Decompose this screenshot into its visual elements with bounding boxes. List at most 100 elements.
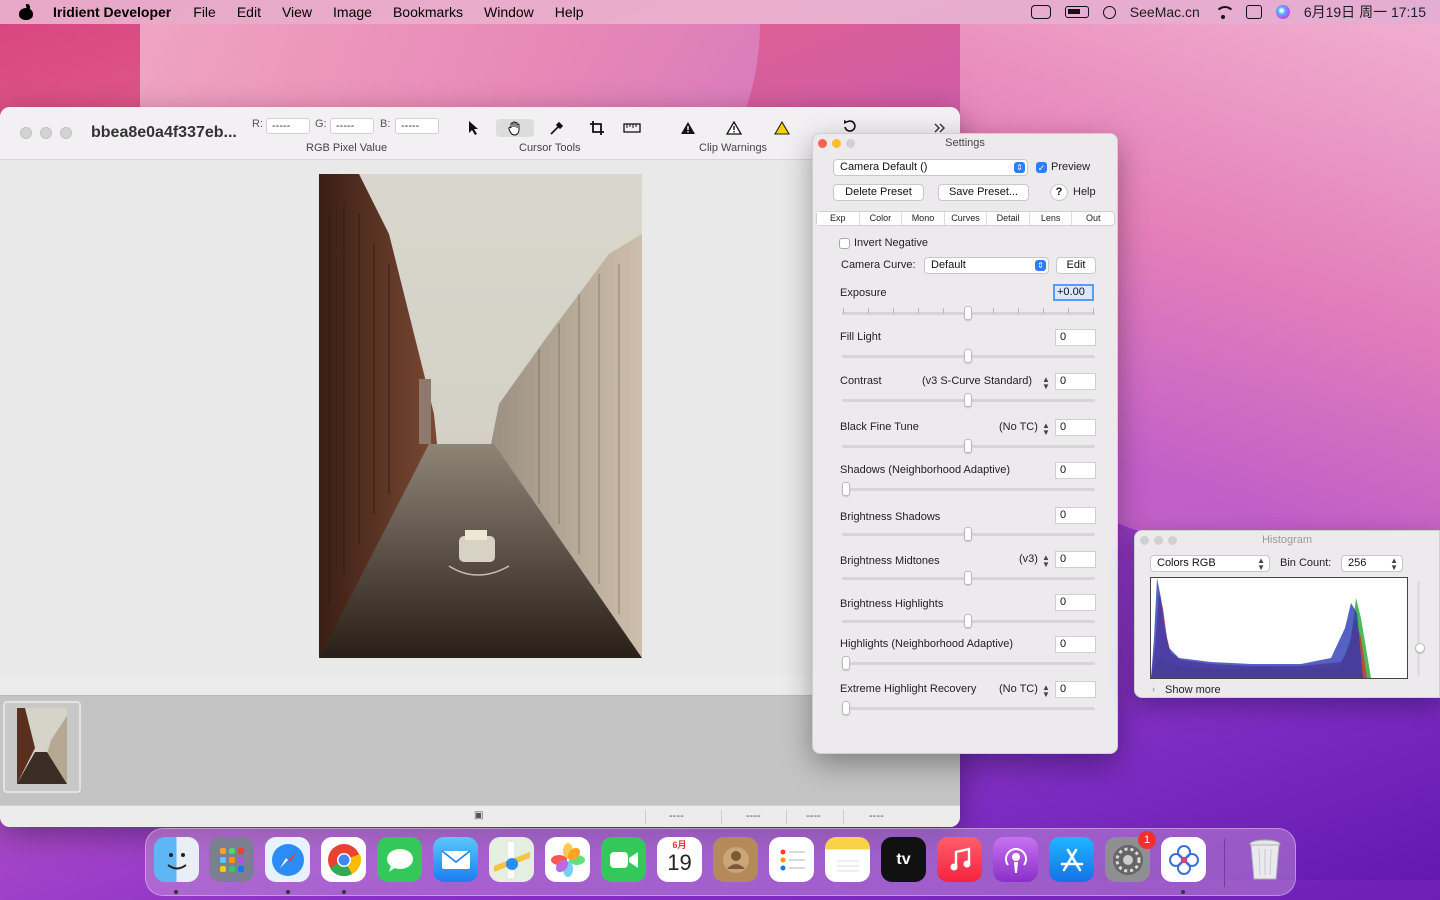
hand-tool-icon[interactable] [496,119,534,137]
control-center-icon[interactable] [1245,5,1262,19]
black-fine-tune-slider-knob[interactable] [964,439,972,453]
messages-icon[interactable] [377,837,422,882]
extreme-highlight-stepper-icon[interactable]: ▲ ▼ [1042,684,1050,699]
crop-icon[interactable] [586,119,608,137]
tab-out[interactable]: Out [1072,212,1114,225]
extreme-highlight-slider[interactable] [842,707,1095,710]
chrome-icon[interactable] [321,837,366,882]
contrast-mode-stepper-icon[interactable]: ▲ ▼ [1042,376,1050,391]
exposure-slider-knob[interactable] [964,306,972,320]
safari-icon[interactable] [265,837,310,882]
black-fine-tune-field[interactable]: 0 [1055,419,1096,436]
text-input-icon[interactable] [1030,5,1051,19]
contrast-field[interactable]: 0 [1055,373,1096,390]
shadows-na-slider[interactable] [842,488,1095,491]
notes-icon[interactable] [825,837,870,882]
brightness-highlights-field[interactable]: 0 [1055,594,1096,611]
minimize-button[interactable] [832,139,841,148]
spotlight-search-icon[interactable] [1102,5,1116,19]
black-fine-tune-stepper-icon[interactable]: ▲ ▼ [1042,422,1050,437]
launchpad-icon[interactable] [209,837,254,882]
shadows-na-slider-knob[interactable] [842,482,850,496]
brightness-highlights-slider-knob[interactable] [964,614,972,628]
filmstrip-thumbnail[interactable] [3,701,81,793]
arrow-cursor-icon[interactable] [463,119,485,137]
preset-select[interactable]: Camera Default () ⇕ [833,159,1028,176]
preview-checkbox[interactable]: ✓ [1036,162,1047,173]
clip-warning-highlight-icon[interactable] [723,119,745,137]
menu-view[interactable]: View [282,4,312,20]
shadows-na-field[interactable]: 0 [1055,462,1096,479]
brightness-shadows-slider-knob[interactable] [964,527,972,541]
photos-icon[interactable] [545,837,590,882]
photo-preview[interactable] [319,174,642,658]
close-button[interactable] [20,127,32,139]
menubar-clock[interactable]: 6月19日 周一 17:15 [1304,2,1426,22]
tab-mono[interactable]: Mono [902,212,945,225]
highlights-na-slider[interactable] [842,662,1095,665]
help-label[interactable]: Help [1073,186,1096,198]
clip-warning-shadow-icon[interactable] [677,119,699,137]
menubar-host[interactable]: SeeMac.cn [1130,4,1200,20]
delete-preset-button[interactable]: Delete Preset [833,184,924,201]
tab-exp[interactable]: Exp [817,212,860,225]
menu-app-name[interactable]: Iridient Developer [53,4,171,20]
reminders-icon[interactable] [769,837,814,882]
contrast-slider-knob[interactable] [964,393,972,407]
zoom-button[interactable] [846,139,855,148]
tab-lens[interactable]: Lens [1030,212,1073,225]
minimize-button[interactable] [1154,536,1163,545]
help-icon[interactable]: ? [1050,184,1068,201]
facetime-icon[interactable] [601,837,646,882]
exposure-field[interactable]: +0.00 [1053,284,1094,301]
finder-icon[interactable] [154,837,199,882]
trash-icon[interactable] [1242,837,1287,882]
contacts-icon[interactable] [713,837,758,882]
fill-light-field[interactable]: 0 [1055,329,1096,346]
brightness-midtones-field[interactable]: 0 [1055,551,1096,568]
histogram-mode-select[interactable]: Colors RGB ▲ ▼ [1150,555,1270,572]
clip-warning-gamut-icon[interactable] [771,119,793,137]
extreme-highlight-slider-knob[interactable] [842,701,850,715]
tab-color[interactable]: Color [860,212,903,225]
extreme-highlight-mode[interactable]: (No TC) [999,683,1038,695]
system-preferences-icon[interactable]: 1 [1105,831,1156,882]
fill-light-slider-knob[interactable] [964,349,972,363]
invert-negative-checkbox[interactable] [839,238,850,249]
eyedropper-icon[interactable] [546,119,568,137]
bin-count-select[interactable]: 256 ▲ ▼ [1341,555,1403,572]
apple-menu-icon[interactable] [18,4,34,20]
maps-icon[interactable] [489,837,534,882]
black-fine-tune-mode[interactable]: (No TC) [999,421,1038,433]
menu-window[interactable]: Window [484,4,534,20]
camera-curve-select[interactable]: Default ⇕ [924,257,1049,274]
chevron-right-icon[interactable]: › [1152,684,1155,694]
brightness-shadows-field[interactable]: 0 [1055,507,1096,524]
calendar-icon[interactable]: 6月 19 [657,837,702,882]
edit-curve-button[interactable]: Edit [1056,257,1096,274]
zoom-button[interactable] [60,127,72,139]
highlights-na-field[interactable]: 0 [1055,636,1096,653]
tab-curves[interactable]: Curves [945,212,988,225]
siri-icon[interactable] [1275,5,1290,19]
tab-detail[interactable]: Detail [987,212,1030,225]
music-icon[interactable] [937,837,982,882]
filmstrip-toggle-icon[interactable]: ▣ [474,810,483,821]
zoom-button[interactable] [1168,536,1177,545]
ruler-icon[interactable] [621,119,643,137]
menu-help[interactable]: Help [555,4,584,20]
close-button[interactable] [1140,536,1149,545]
highlights-na-slider-knob[interactable] [842,656,850,670]
mail-icon[interactable] [433,837,478,882]
menu-image[interactable]: Image [333,4,372,20]
menu-edit[interactable]: Edit [237,4,261,20]
contrast-mode[interactable]: (v3 S-Curve Standard) [922,375,1032,387]
histogram-scroll-knob[interactable] [1415,643,1425,653]
extreme-highlight-field[interactable]: 0 [1055,681,1096,698]
app-store-icon[interactable] [1049,837,1094,882]
apple-tv-icon[interactable]: tv [881,837,926,882]
menu-file[interactable]: File [193,4,216,20]
histogram-scrollbar[interactable] [1417,581,1420,677]
close-button[interactable] [818,139,827,148]
iridient-developer-icon[interactable] [1161,837,1206,882]
